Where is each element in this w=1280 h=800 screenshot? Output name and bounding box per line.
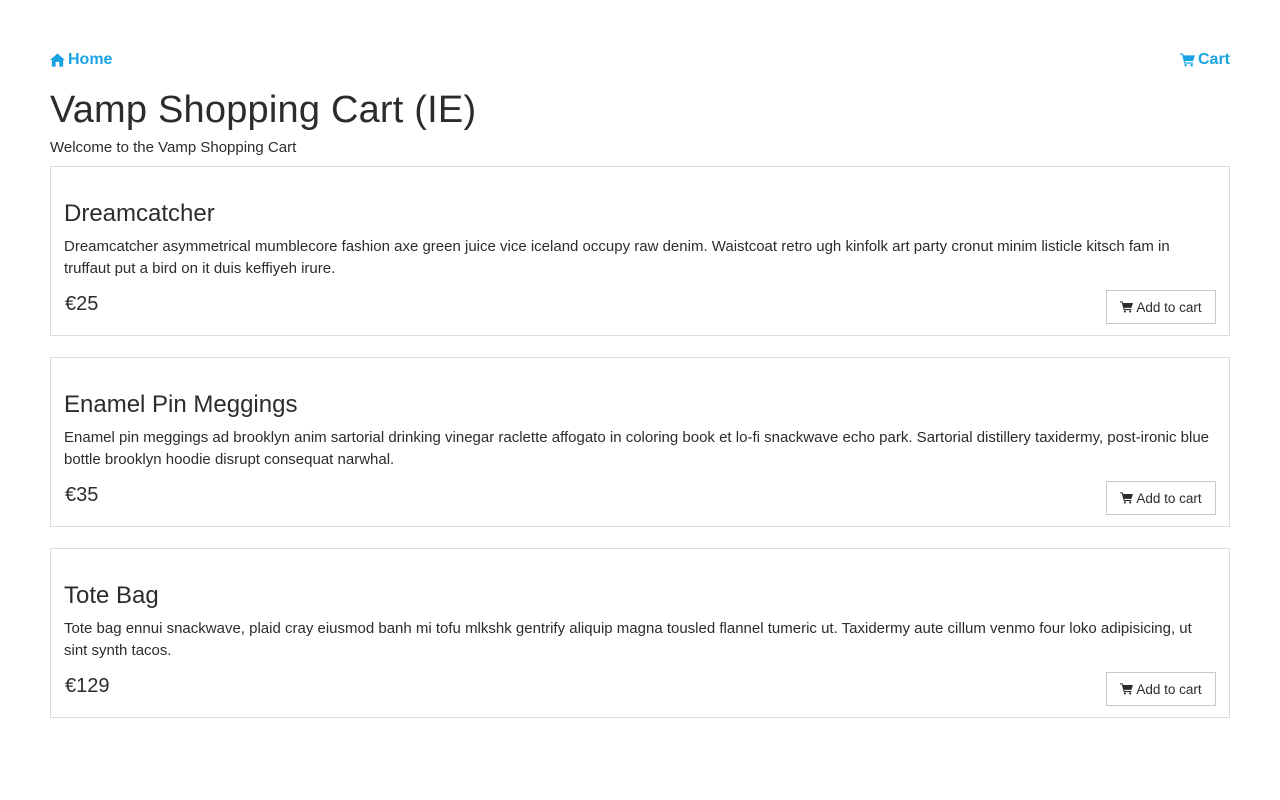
home-link-label: Home bbox=[68, 51, 113, 68]
product-description: Enamel pin meggings ad brooklyn anim sar… bbox=[64, 429, 1210, 468]
welcome-text: Welcome to the Vamp Shopping Cart bbox=[50, 139, 297, 156]
product-name: Dreamcatcher bbox=[64, 200, 215, 227]
cart-icon bbox=[1120, 492, 1134, 504]
product-price: €129 bbox=[65, 675, 110, 697]
add-to-cart-button[interactable]: Add to cart bbox=[1106, 290, 1216, 324]
add-to-cart-button[interactable]: Add to cart bbox=[1106, 481, 1216, 515]
home-link[interactable]: Home bbox=[50, 50, 112, 70]
add-to-cart-label: Add to cart bbox=[1136, 681, 1202, 697]
cart-link-label: Cart bbox=[1197, 51, 1230, 68]
page: Home Cart Vamp Shopping Cart (IE) Welcom… bbox=[50, 50, 1230, 718]
product-card: Tote Bag Tote bag ennui snackwave, plaid… bbox=[50, 548, 1230, 718]
add-to-cart-label: Add to cart bbox=[1136, 299, 1202, 315]
product-name: Tote Bag bbox=[64, 582, 159, 609]
top-nav: Home Cart bbox=[50, 50, 1230, 70]
cart-icon bbox=[1120, 683, 1134, 695]
page-title: Vamp Shopping Cart (IE) bbox=[50, 89, 477, 131]
product-price: €35 bbox=[65, 484, 99, 506]
product-name: Enamel Pin Meggings bbox=[64, 391, 298, 418]
product-list: Dreamcatcher Dreamcatcher asymmetrical m… bbox=[50, 166, 1230, 718]
add-to-cart-label: Add to cart bbox=[1136, 490, 1202, 506]
home-icon bbox=[50, 53, 65, 67]
product-price: €25 bbox=[65, 293, 99, 315]
product-card: Dreamcatcher Dreamcatcher asymmetrical m… bbox=[50, 166, 1230, 336]
product-description: Tote bag ennui snackwave, plaid cray eiu… bbox=[64, 620, 1192, 659]
add-to-cart-button[interactable]: Add to cart bbox=[1106, 672, 1216, 706]
cart-icon bbox=[1179, 53, 1195, 67]
product-card: Enamel Pin Meggings Enamel pin meggings … bbox=[50, 357, 1230, 527]
cart-icon bbox=[1120, 301, 1134, 313]
cart-link[interactable]: Cart bbox=[1179, 50, 1230, 70]
product-description: Dreamcatcher asymmetrical mumblecore fas… bbox=[64, 238, 1170, 277]
